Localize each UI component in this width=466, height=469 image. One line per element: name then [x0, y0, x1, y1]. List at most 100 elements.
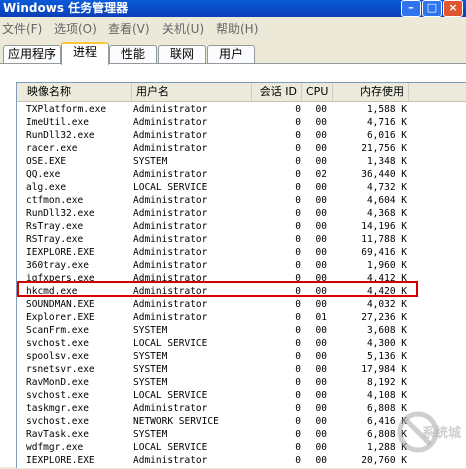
tab-networking[interactable]: 联网: [158, 45, 206, 63]
cell-session-id: 0: [295, 156, 301, 167]
cell-memory: 1,588 K: [366, 104, 407, 115]
table-row[interactable]: QQ.exe Administrator 0 02 36,440 K: [17, 168, 466, 181]
cell-cpu: 00: [315, 143, 327, 154]
table-row[interactable]: 360tray.exe Administrator 0 00 1,960 K: [17, 259, 466, 272]
processes-panel: 映像名称 用户名 会话 ID CPU 内存使用 TXPlatform.exe Ad…: [0, 63, 466, 468]
cell-session-id: 0: [295, 312, 301, 323]
cell-image-name: ImeUtil.exe: [26, 117, 89, 128]
cell-session-id: 0: [295, 143, 301, 154]
table-row[interactable]: svchost.exe LOCAL SERVICE 0 00 4,108 K: [17, 389, 466, 402]
cell-user-name: LOCAL SERVICE: [133, 338, 208, 349]
menu-shutdown[interactable]: 关机(U): [162, 20, 204, 37]
menu-view[interactable]: 查看(V): [108, 20, 150, 37]
table-row[interactable]: wdfmgr.exe LOCAL SERVICE 0 00 1,288 K: [17, 441, 466, 454]
cell-user-name: Administrator: [133, 143, 208, 154]
cell-image-name: ctfmon.exe: [26, 195, 84, 206]
tab-users[interactable]: 用户: [207, 45, 255, 63]
table-row[interactable]: RunDll32.exe Administrator 0 00 4,368 K: [17, 207, 466, 220]
table-row[interactable]: spoolsv.exe SYSTEM 0 00 5,136 K: [17, 350, 466, 363]
table-row[interactable]: igfxpers.exe Administrator 0 00 4,412 K: [17, 272, 466, 285]
cell-user-name: Administrator: [133, 403, 208, 414]
tab-applications[interactable]: 应用程序: [3, 45, 61, 63]
cell-memory: 4,732 K: [366, 182, 407, 193]
table-row[interactable]: TXPlatform.exe Administrator 0 00 1,588 K: [17, 103, 466, 116]
table-row[interactable]: RSTray.exe Administrator 0 00 11,788 K: [17, 233, 466, 246]
cell-cpu: 00: [315, 273, 327, 284]
table-row[interactable]: SOUNDMAN.EXE Administrator 0 00 4,032 K: [17, 298, 466, 311]
cell-user-name: LOCAL SERVICE: [133, 442, 208, 453]
close-icon[interactable]: ×: [443, 0, 463, 17]
table-row[interactable]: OSE.EXE SYSTEM 0 00 1,348 K: [17, 155, 466, 168]
table-row[interactable]: ImeUtil.exe Administrator 0 00 4,716 K: [17, 116, 466, 129]
cell-image-name: RSTray.exe: [26, 234, 84, 245]
cell-session-id: 0: [295, 234, 301, 245]
cell-image-name: RsTray.exe: [26, 221, 84, 232]
tab-performance[interactable]: 性能: [109, 45, 157, 63]
table-row[interactable]: racer.exe Administrator 0 00 21,756 K: [17, 142, 466, 155]
table-row[interactable]: RavMonD.exe SYSTEM 0 00 8,192 K: [17, 376, 466, 389]
cell-cpu: 00: [315, 416, 327, 427]
cell-cpu: 00: [315, 338, 327, 349]
table-row[interactable]: svchost.exe NETWORK SERVICE 0 00 6,416 K: [17, 415, 466, 428]
cell-image-name: taskmgr.exe: [26, 403, 89, 414]
menu-help[interactable]: 帮助(H): [216, 20, 258, 37]
table-row[interactable]: RavTask.exe SYSTEM 0 00 6,808 K: [17, 428, 466, 441]
cell-session-id: 0: [295, 403, 301, 414]
column-header-row: 映像名称 用户名 会话 ID CPU 内存使用: [17, 83, 466, 102]
cell-session-id: 0: [295, 442, 301, 453]
cell-image-name: wdfmgr.exe: [26, 442, 84, 453]
cell-user-name: Administrator: [133, 234, 208, 245]
table-row[interactable]: Explorer.EXE Administrator 0 01 27,236 K: [17, 311, 466, 324]
process-list[interactable]: 映像名称 用户名 会话 ID CPU 内存使用 TXPlatform.exe Ad…: [16, 82, 466, 468]
cell-user-name: Administrator: [133, 208, 208, 219]
cell-user-name: SYSTEM: [133, 364, 168, 375]
menu-options[interactable]: 选项(O): [54, 20, 97, 37]
table-row[interactable]: IEXPLORE.EXE Administrator 0 00 69,416 K: [17, 246, 466, 259]
cell-cpu: 00: [315, 429, 327, 440]
column-image-name[interactable]: 映像名称: [17, 83, 132, 101]
cell-user-name: Administrator: [133, 221, 208, 232]
title-bar: Windows 任务管理器 – □ ×: [0, 0, 466, 17]
cell-user-name: Administrator: [133, 455, 208, 466]
cell-cpu: 00: [315, 455, 327, 466]
table-row[interactable]: hkcmd.exe Administrator 0 00 4,420 K: [17, 285, 466, 298]
cell-user-name: Administrator: [133, 117, 208, 128]
table-row[interactable]: alg.exe LOCAL SERVICE 0 00 4,732 K: [17, 181, 466, 194]
menu-bar: 文件(F) 选项(O) 查看(V) 关机(U) 帮助(H): [0, 17, 466, 37]
column-cpu[interactable]: CPU: [302, 83, 333, 101]
table-row[interactable]: ScanFrm.exe SYSTEM 0 00 3,608 K: [17, 324, 466, 337]
table-row[interactable]: IEXPLORE.EXE Administrator 0 00 20,760 K: [17, 454, 466, 467]
cell-session-id: 0: [295, 260, 301, 271]
cell-user-name: Administrator: [133, 169, 208, 180]
table-row[interactable]: taskmgr.exe Administrator 0 00 6,808 K: [17, 402, 466, 415]
table-row[interactable]: rsnetsvr.exe SYSTEM 0 00 17,984 K: [17, 363, 466, 376]
table-row[interactable]: ctfmon.exe Administrator 0 00 4,604 K: [17, 194, 466, 207]
cell-image-name: svchost.exe: [26, 338, 89, 349]
minimize-icon[interactable]: –: [401, 0, 421, 17]
cell-session-id: 0: [295, 455, 301, 466]
table-row[interactable]: RsTray.exe Administrator 0 00 14,196 K: [17, 220, 466, 233]
column-memory[interactable]: 内存使用: [333, 83, 409, 101]
cell-cpu: 00: [315, 442, 327, 453]
maximize-icon[interactable]: □: [422, 0, 442, 17]
cell-cpu: 01: [315, 312, 327, 323]
menu-file[interactable]: 文件(F): [2, 20, 42, 37]
cell-cpu: 00: [315, 221, 327, 232]
cell-user-name: SYSTEM: [133, 325, 168, 336]
cell-memory: 4,412 K: [366, 273, 407, 284]
table-row[interactable]: RunDll32.exe Administrator 0 00 6,016 K: [17, 129, 466, 142]
cell-cpu: 00: [315, 364, 327, 375]
table-row[interactable]: svchost.exe LOCAL SERVICE 0 00 4,300 K: [17, 337, 466, 350]
tab-processes[interactable]: 进程: [61, 42, 109, 65]
cell-memory: 6,416 K: [366, 416, 407, 427]
cell-image-name: ScanFrm.exe: [26, 325, 89, 336]
cell-image-name: RunDll32.exe: [26, 208, 95, 219]
column-user-name[interactable]: 用户名: [132, 83, 252, 101]
cell-session-id: 0: [295, 273, 301, 284]
column-session-id[interactable]: 会话 ID: [252, 83, 302, 101]
cell-memory: 6,808 K: [366, 429, 407, 440]
cell-session-id: 0: [295, 338, 301, 349]
cell-session-id: 0: [295, 286, 301, 297]
cell-session-id: 0: [295, 351, 301, 362]
cell-memory: 17,984 K: [361, 364, 407, 375]
